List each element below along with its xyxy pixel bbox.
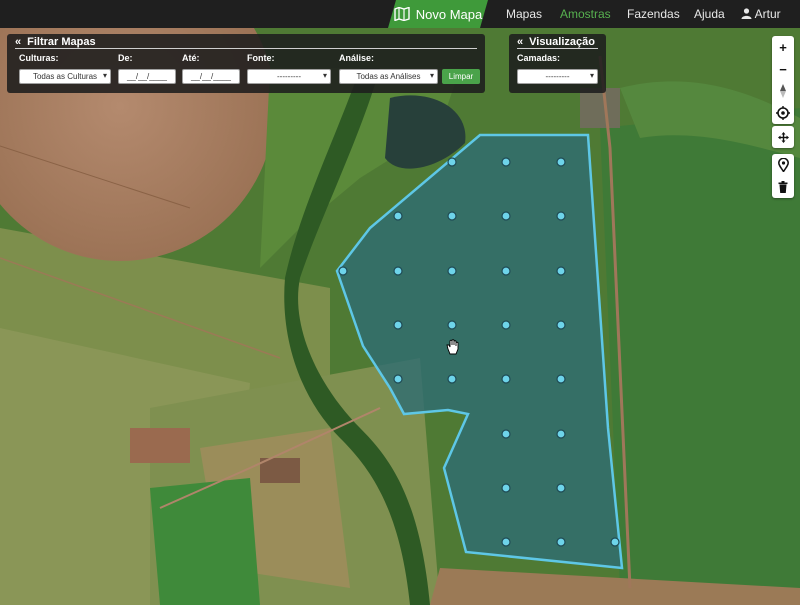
- analise-label: Análise:: [339, 53, 375, 63]
- sample-point[interactable]: [556, 320, 566, 330]
- analise-select[interactable]: Todas as Análises ▾: [339, 69, 438, 84]
- plus-icon: +: [779, 39, 787, 55]
- chevron-down-icon: ▾: [589, 71, 594, 80]
- sample-point[interactable]: [501, 266, 511, 276]
- sample-point[interactable]: [501, 320, 511, 330]
- map-icon: [394, 7, 410, 21]
- camadas-select[interactable]: --------- ▾: [517, 69, 598, 84]
- de-label: De:: [118, 53, 133, 63]
- nav-link-amostras[interactable]: Amostras: [560, 7, 611, 21]
- fonte-label: Fonte:: [247, 53, 275, 63]
- culturas-label: Culturas:: [19, 53, 59, 63]
- limpar-button[interactable]: Limpar: [442, 69, 480, 84]
- sample-point[interactable]: [556, 374, 566, 384]
- sample-point[interactable]: [556, 211, 566, 221]
- sample-point[interactable]: [393, 211, 403, 221]
- sample-point[interactable]: [447, 374, 457, 384]
- ate-date-input[interactable]: __/__/____: [182, 69, 240, 84]
- zoom-out-button[interactable]: −: [772, 58, 794, 80]
- zoom-in-button[interactable]: +: [772, 36, 794, 58]
- panel-divider: [517, 48, 598, 49]
- sample-point[interactable]: [556, 429, 566, 439]
- sample-point[interactable]: [610, 537, 620, 547]
- new-map-label: Novo Mapa: [415, 6, 483, 22]
- sample-point[interactable]: [556, 483, 566, 493]
- sample-point[interactable]: [447, 266, 457, 276]
- map-marker-icon: [777, 158, 789, 172]
- user-menu[interactable]: Artur: [741, 7, 781, 21]
- filter-panel: «Filtrar Mapas Culturas: Todas as Cultur…: [7, 34, 485, 93]
- hand-cursor-icon: [446, 339, 460, 360]
- fonte-select[interactable]: --------- ▾: [247, 69, 331, 84]
- minus-icon: −: [779, 61, 787, 77]
- chevron-down-icon: ▾: [102, 71, 107, 80]
- new-map-button[interactable]: Novo Mapa: [388, 0, 488, 28]
- user-icon: [741, 8, 752, 19]
- visualization-panel-title[interactable]: «Visualização: [517, 36, 595, 48]
- visualization-panel: «Visualização Camadas: --------- ▾: [509, 34, 606, 93]
- sample-point[interactable]: [501, 429, 511, 439]
- delete-button[interactable]: [772, 176, 794, 198]
- marker-button[interactable]: [772, 154, 794, 176]
- sample-point[interactable]: [393, 374, 403, 384]
- sample-point[interactable]: [447, 320, 457, 330]
- sample-point[interactable]: [501, 537, 511, 547]
- reset-north-button[interactable]: [772, 80, 794, 102]
- satellite-map[interactable]: [0, 28, 800, 605]
- sample-point[interactable]: [501, 157, 511, 167]
- sample-point[interactable]: [338, 266, 348, 276]
- sample-point[interactable]: [447, 157, 457, 167]
- draw-tools: [772, 154, 794, 198]
- trash-icon: [778, 181, 788, 193]
- camadas-label: Camadas:: [517, 53, 561, 63]
- filter-panel-title[interactable]: «Filtrar Mapas: [15, 36, 96, 48]
- nav-link-mapas[interactable]: Mapas: [506, 7, 542, 21]
- sample-point[interactable]: [556, 266, 566, 276]
- sample-point[interactable]: [501, 483, 511, 493]
- sample-point[interactable]: [501, 374, 511, 384]
- move-icon: [777, 131, 789, 143]
- move-tool: [772, 126, 794, 148]
- user-name: Artur: [754, 7, 781, 21]
- chevron-down-icon: ▾: [429, 71, 434, 80]
- panel-divider: [15, 48, 477, 49]
- zoom-controls: + −: [772, 36, 794, 124]
- sample-point[interactable]: [393, 266, 403, 276]
- crosshair-icon: [776, 106, 790, 120]
- nav-link-fazendas[interactable]: Fazendas: [627, 7, 680, 21]
- sample-point[interactable]: [556, 537, 566, 547]
- sample-point[interactable]: [447, 211, 457, 221]
- sample-point[interactable]: [501, 211, 511, 221]
- ate-label: Até:: [182, 53, 200, 63]
- sample-point[interactable]: [393, 320, 403, 330]
- sample-point[interactable]: [556, 157, 566, 167]
- locate-button[interactable]: [772, 102, 794, 124]
- de-date-input[interactable]: __/__/____: [118, 69, 176, 84]
- collapse-left-icon[interactable]: «: [517, 36, 523, 48]
- top-navbar: Novo Mapa Mapas Amostras Fazendas Ajuda …: [0, 0, 800, 28]
- culturas-select[interactable]: Todas as Culturas ▾: [19, 69, 111, 84]
- chevron-down-icon: ▾: [322, 71, 327, 80]
- collapse-left-icon[interactable]: «: [15, 36, 21, 48]
- move-button[interactable]: [772, 126, 794, 148]
- compass-icon: [780, 84, 786, 98]
- nav-link-ajuda[interactable]: Ajuda: [694, 7, 725, 21]
